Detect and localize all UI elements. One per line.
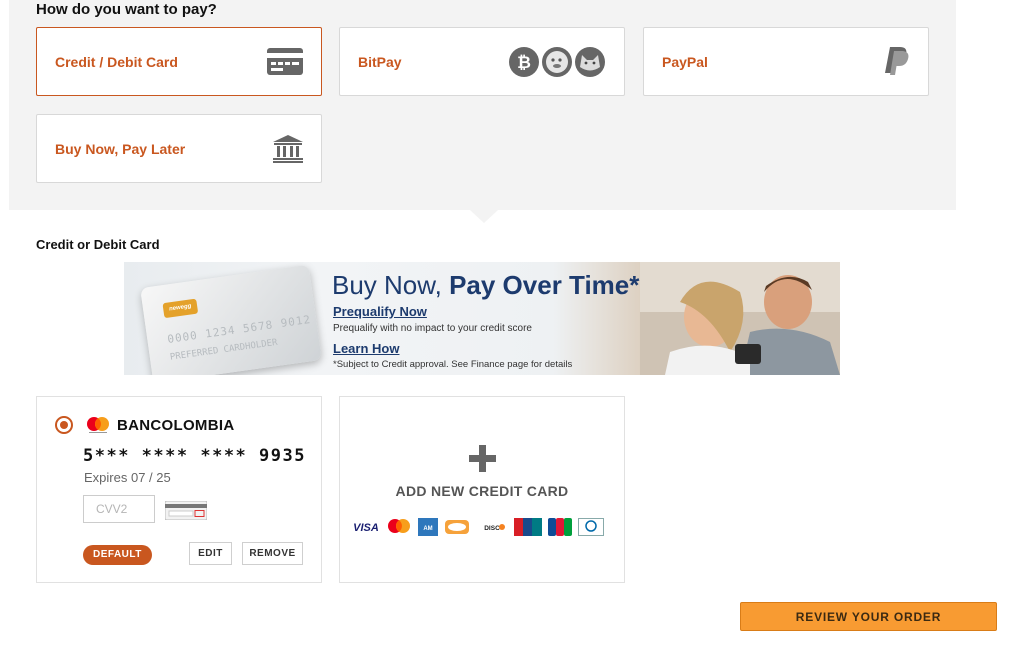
payment-method-label: BitPay <box>358 54 402 70</box>
diners-club-icon <box>578 518 604 536</box>
bank-icon <box>273 135 303 168</box>
cvv-input[interactable] <box>83 495 155 523</box>
payment-method-label: PayPal <box>662 54 708 70</box>
credit-card-icon <box>267 48 303 80</box>
section-title: Credit or Debit Card <box>36 237 160 252</box>
prequalify-text: Prequalify with no impact to your credit… <box>333 323 532 334</box>
plus-icon <box>469 445 496 472</box>
review-order-button[interactable]: REVIEW YOUR ORDER <box>740 602 997 631</box>
crypto-coins-icon: ₿ <box>508 46 606 83</box>
payment-method-paypal[interactable]: PayPal <box>643 27 929 96</box>
financing-banner[interactable]: newegg 0000 1234 5678 9012 PREFERRED CAR… <box>124 262 840 375</box>
card-expiry: Expires 07 / 25 <box>84 470 171 485</box>
default-badge: DEFAULT <box>83 545 152 565</box>
disclaimer-text: *Subject to Credit approval. See Finance… <box>333 359 573 370</box>
headline-bold: Pay Over Time* <box>449 270 640 300</box>
learn-how-link[interactable]: Learn How <box>333 341 399 356</box>
store-credit-card-image: newegg 0000 1234 5678 9012 PREFERRED CAR… <box>140 264 322 375</box>
add-card-label: ADD NEW CREDIT CARD <box>395 483 569 499</box>
newegg-card-icon <box>445 520 469 534</box>
edit-card-button[interactable]: EDIT <box>189 542 232 565</box>
payment-heading: How do you want to pay? <box>36 1 217 18</box>
add-card-tile[interactable]: ADD NEW CREDIT CARD VISA AM DISC <box>339 396 625 583</box>
payment-method-label: Credit / Debit Card <box>55 54 178 70</box>
banner-headline: Buy Now, Pay Over Time* <box>332 270 639 301</box>
payment-method-bnpl[interactable]: Buy Now, Pay Later <box>36 114 322 183</box>
bank-name: BANCOLOMBIA <box>117 417 235 434</box>
payment-method-card[interactable]: Credit / Debit Card <box>36 27 322 96</box>
prequalify-link[interactable]: Prequalify Now <box>333 304 427 319</box>
jcb-icon <box>548 518 572 536</box>
card-select-radio[interactable] <box>55 416 73 434</box>
headline-light: Buy Now, <box>332 270 442 300</box>
payment-method-label: Buy Now, Pay Later <box>55 141 186 157</box>
couple-photo <box>640 262 840 375</box>
payment-method-bitpay[interactable]: BitPay ₿ <box>339 27 625 96</box>
visa-icon: VISA <box>353 522 379 534</box>
remove-card-button[interactable]: REMOVE <box>242 542 303 565</box>
card-number-print: 0000 1234 5678 9012 <box>166 312 312 346</box>
saved-card-tile[interactable]: BANCOLOMBIA 5*** **** **** 9935 Expires … <box>36 396 322 583</box>
selection-pointer <box>470 210 498 223</box>
mastercard-icon <box>85 416 111 434</box>
card-brand-logo: newegg <box>162 298 199 319</box>
svg-text:DISC: DISC <box>484 525 500 532</box>
cvv-hint-icon <box>164 500 208 521</box>
mastercard-icon <box>388 519 410 533</box>
svg-text:VISA: VISA <box>353 522 379 534</box>
paypal-icon <box>884 46 910 81</box>
card-brand-logos: VISA AM DISC <box>352 518 604 536</box>
svg-text:₿: ₿ <box>517 53 531 72</box>
unionpay-icon <box>514 518 542 536</box>
masked-card-number: 5*** **** **** 9935 <box>83 446 306 466</box>
discover-icon: DISC <box>484 524 505 532</box>
amex-icon: AM <box>418 518 438 536</box>
svg-text:AM: AM <box>423 526 432 532</box>
